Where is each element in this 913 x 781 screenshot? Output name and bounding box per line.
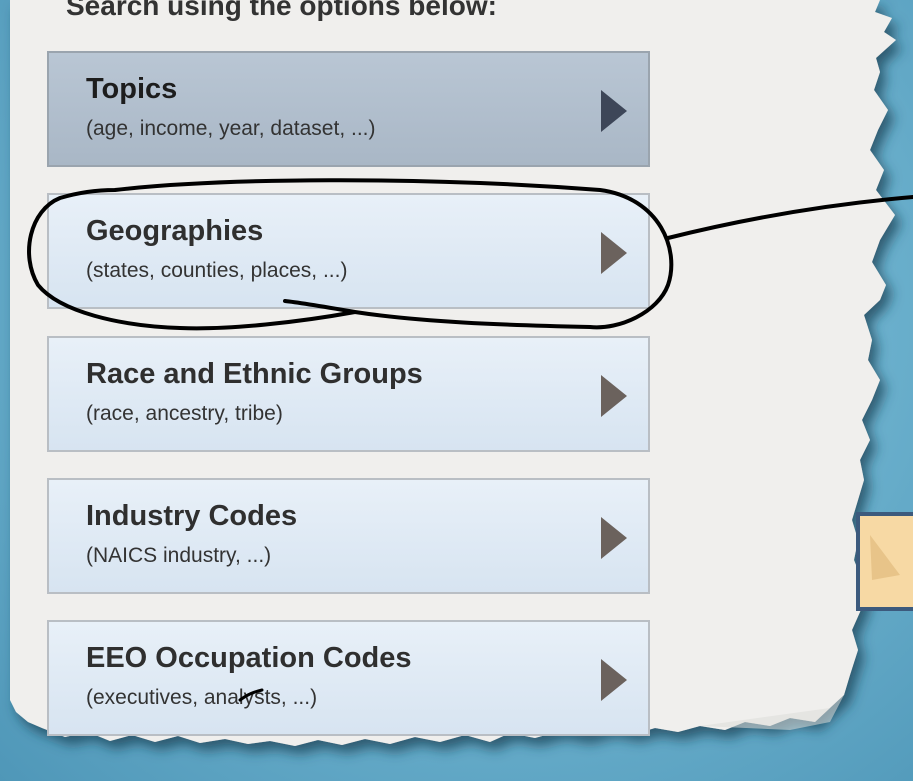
option-eeo-occupation-codes-title: EEO Occupation Codes bbox=[86, 642, 412, 674]
option-race-and-ethnic-groups-subtitle: (race, ancestry, tribe) bbox=[86, 402, 283, 425]
option-geographies-subtitle: (states, counties, places, ...) bbox=[86, 259, 348, 282]
chevron-right-icon bbox=[601, 517, 627, 559]
chevron-right-icon bbox=[601, 375, 627, 417]
option-eeo-occupation-codes[interactable]: EEO Occupation Codes (executives, analys… bbox=[47, 620, 650, 736]
chevron-right-icon bbox=[601, 232, 627, 274]
option-industry-codes[interactable]: Industry Codes (NAICS industry, ...) bbox=[47, 478, 650, 594]
option-topics-subtitle: (age, income, year, dataset, ...) bbox=[86, 117, 376, 140]
option-race-and-ethnic-groups-title: Race and Ethnic Groups bbox=[86, 358, 423, 390]
option-topics-title: Topics bbox=[86, 73, 178, 105]
option-eeo-occupation-codes-subtitle: (executives, analysts, ...) bbox=[86, 686, 318, 709]
option-geographies[interactable]: Geographies (states, counties, places, .… bbox=[47, 193, 650, 309]
chevron-right-icon bbox=[601, 90, 627, 132]
option-race-and-ethnic-groups[interactable]: Race and Ethnic Groups (race, ancestry, … bbox=[47, 336, 650, 452]
option-topics[interactable]: Topics (age, income, year, dataset, ...) bbox=[47, 51, 650, 167]
option-industry-codes-subtitle: (NAICS industry, ...) bbox=[86, 544, 272, 567]
option-geographies-title: Geographies bbox=[86, 215, 264, 247]
chevron-right-icon bbox=[601, 659, 627, 701]
option-industry-codes-title: Industry Codes bbox=[86, 500, 298, 532]
search-options-heading: Search using the options below: bbox=[66, 0, 497, 21]
